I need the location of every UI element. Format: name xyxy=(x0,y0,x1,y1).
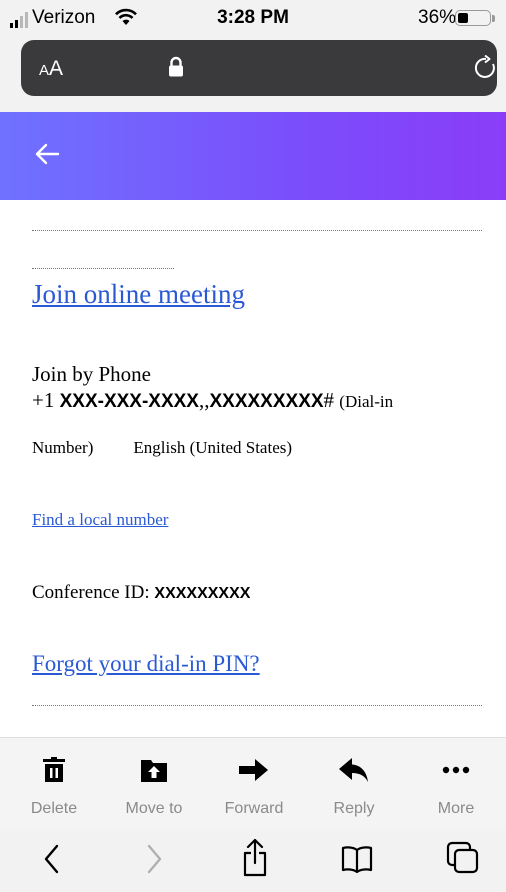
reply-label: Reply xyxy=(333,800,375,817)
reply-arrow-icon xyxy=(304,756,404,784)
battery-percent: 36% xyxy=(418,7,457,28)
join-by-phone-label: Join by Phone xyxy=(32,362,152,386)
forward-button[interactable]: Forward xyxy=(204,738,304,830)
reply-button[interactable]: Reply xyxy=(304,738,404,830)
reload-icon[interactable] xyxy=(473,54,499,86)
phone-extension: XXXXXXXXX xyxy=(209,391,324,412)
find-local-number-link[interactable]: Find a local number xyxy=(32,510,168,530)
back-arrow-icon[interactable] xyxy=(34,142,60,171)
conference-id-label: Conference ID: xyxy=(32,582,155,603)
battery-cap xyxy=(492,15,495,22)
folder-move-icon xyxy=(104,756,204,784)
tabs-icon[interactable] xyxy=(446,841,480,880)
forward-arrow-icon xyxy=(204,756,304,784)
divider xyxy=(32,268,174,269)
more-dots-icon xyxy=(406,756,506,784)
address-bar[interactable]: AA xyxy=(21,40,497,96)
conference-id-value: XXXXXXXXX xyxy=(154,585,251,602)
address-bar-area: AA xyxy=(0,36,506,112)
delete-label: Delete xyxy=(30,800,78,817)
app-header xyxy=(0,112,506,200)
status-bar: Verizon 3:28 PM 36% xyxy=(0,0,506,36)
phone-prefix: +1 xyxy=(32,388,60,412)
text-size-button[interactable]: AA xyxy=(39,57,63,81)
phone-separator: ,, xyxy=(198,388,210,412)
delete-button[interactable]: Delete xyxy=(4,738,104,830)
dial-in-label: (Dial-in xyxy=(339,392,394,411)
move-to-label: Move to xyxy=(125,800,183,817)
browser-toolbar xyxy=(0,829,506,892)
message-actions-toolbar: Delete Move to Forward Reply More xyxy=(0,737,506,829)
divider xyxy=(32,230,482,231)
message-body: Join online meeting Join by Phone +1 XXX… xyxy=(0,200,506,737)
language-label: English (United States) xyxy=(133,438,293,457)
phone-number-line[interactable]: +1 XXX-XXX-XXXX,,XXXXXXXXX# (Dial-in xyxy=(32,388,393,413)
forgot-pin-link[interactable]: Forgot your dial-in PIN? xyxy=(32,651,260,677)
battery-fill xyxy=(458,13,469,23)
conference-id-line: Conference ID: XXXXXXXXX xyxy=(32,582,250,604)
more-button[interactable]: More xyxy=(406,738,506,830)
dial-in-number-line: Number) English (United States) xyxy=(32,438,292,458)
back-icon[interactable] xyxy=(41,841,61,882)
move-to-button[interactable]: Move to xyxy=(104,738,204,830)
join-online-meeting-link[interactable]: Join online meeting xyxy=(32,279,245,310)
battery-icon xyxy=(455,10,491,26)
more-label: More xyxy=(437,800,475,817)
forward-label: Forward xyxy=(224,800,284,817)
phone-number: XXX-XXX-XXXX xyxy=(59,391,199,412)
trash-icon xyxy=(4,756,104,784)
lock-icon xyxy=(168,56,184,83)
share-icon[interactable] xyxy=(242,837,268,882)
phone-hash: # xyxy=(323,388,335,412)
divider xyxy=(32,705,482,706)
forward-icon[interactable] xyxy=(145,841,165,882)
bookmarks-icon[interactable] xyxy=(341,845,373,878)
dial-in-number-label: Number) xyxy=(32,438,94,457)
